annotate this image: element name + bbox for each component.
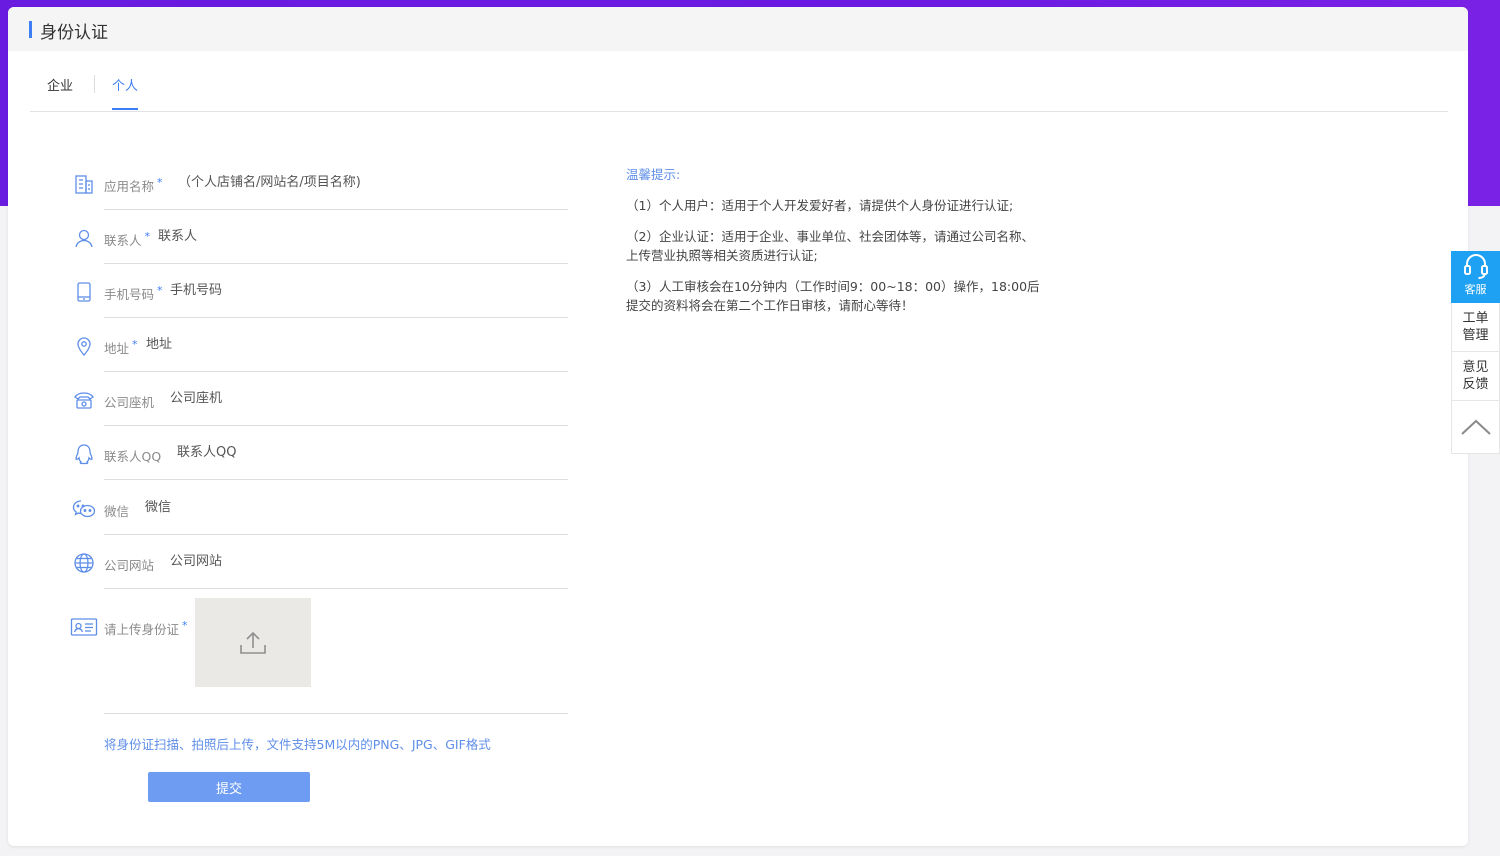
telephone-icon <box>72 388 96 412</box>
location-pin-icon <box>72 334 96 358</box>
address-input[interactable] <box>146 337 558 352</box>
field-label: 公司网站 <box>104 558 155 573</box>
field-label: 应用名称 * <box>104 176 163 194</box>
contact-input[interactable] <box>158 229 558 244</box>
tab-bar: 企业 个人 <box>30 67 1448 112</box>
tips-title: 温馨提示: <box>626 167 681 182</box>
tab-personal[interactable]: 个人 <box>112 75 139 110</box>
building-icon <box>72 172 96 196</box>
feedback-label: 意见 反馈 <box>1462 360 1489 392</box>
field-label: 微信 <box>104 504 130 519</box>
tab-bar-divider <box>30 111 1448 112</box>
main-card: 身份认证 企业 个人 应用名称* 联系人* <box>8 7 1468 846</box>
field-label: 公司座机 <box>104 395 155 410</box>
field-id-upload: 请上传身份证 * <box>70 603 568 643</box>
field-app-name: 应用名称 * <box>72 156 568 210</box>
field-wechat: 微信 <box>72 481 568 535</box>
ticket-management-label: 工单 管理 <box>1462 311 1489 343</box>
field-label: 地址 * <box>104 338 138 356</box>
feedback-button[interactable]: 意见 反馈 <box>1451 352 1500 401</box>
field-label: 请上传身份证 * <box>104 619 188 637</box>
landline-input[interactable] <box>170 391 558 406</box>
field-website: 公司网站 <box>72 535 568 589</box>
app-name-input[interactable] <box>178 175 558 190</box>
field-label: 联系人QQ <box>104 449 162 464</box>
tip-item: （2）企业认证：适用于企业、事业单位、社会团体等，请通过公司名称、 上传营业执照… <box>626 229 1034 263</box>
field-label: 联系人 * <box>104 230 151 248</box>
customer-service-button[interactable]: 客服 <box>1451 251 1500 303</box>
id-card-icon <box>70 615 98 639</box>
field-underline <box>104 588 568 589</box>
user-icon <box>72 226 96 250</box>
upload-underline <box>104 713 568 714</box>
wechat-input[interactable] <box>145 500 558 515</box>
back-to-top-button[interactable] <box>1451 401 1500 454</box>
tab-enterprise[interactable]: 企业 <box>47 75 73 94</box>
field-contact: 联系人 * <box>72 210 568 264</box>
card-header: 身份认证 <box>8 7 1468 51</box>
chevron-up-icon <box>1460 419 1491 435</box>
tip-item: （3）人工审核会在10分钟内（工作时间9：00~18：00）操作，18:00后 … <box>626 279 1040 313</box>
field-qq: 联系人QQ <box>72 426 568 480</box>
tips-panel: 温馨提示: （1）个人用户：适用于个人开发爱好者，请提供个人身份证进行认证; （… <box>626 165 1046 327</box>
qq-input[interactable] <box>177 445 558 460</box>
tip-item: （1）个人用户：适用于个人开发爱好者，请提供个人身份证进行认证; <box>626 198 1014 213</box>
ticket-management-button[interactable]: 工单 管理 <box>1451 303 1500 352</box>
field-label: 手机号码 * <box>104 284 163 302</box>
mobile-input[interactable] <box>170 283 558 298</box>
qq-icon <box>72 442 96 466</box>
field-landline: 公司座机 <box>72 372 568 426</box>
tab-divider <box>94 75 95 93</box>
title-accent-bar <box>29 21 32 38</box>
wechat-icon <box>72 497 96 521</box>
upload-icon <box>240 631 266 654</box>
headset-icon <box>1463 254 1488 279</box>
field-address: 地址 * <box>72 318 568 372</box>
field-underline <box>104 479 568 480</box>
customer-service-label: 客服 <box>1464 283 1487 296</box>
field-mobile: 手机号码 * <box>72 264 568 318</box>
phone-icon <box>72 280 96 304</box>
globe-icon <box>72 551 96 575</box>
submit-button[interactable]: 提交 <box>148 772 310 802</box>
page-title: 身份认证 <box>40 23 108 43</box>
upload-hint: 将身份证扫描、拍照后上传，文件支持5M以内的PNG、JPG、GIF格式 <box>104 737 491 752</box>
id-upload-button[interactable] <box>195 598 311 687</box>
website-input[interactable] <box>170 554 558 569</box>
floating-sidebar: 客服 工单 管理 意见 反馈 <box>1451 247 1500 454</box>
